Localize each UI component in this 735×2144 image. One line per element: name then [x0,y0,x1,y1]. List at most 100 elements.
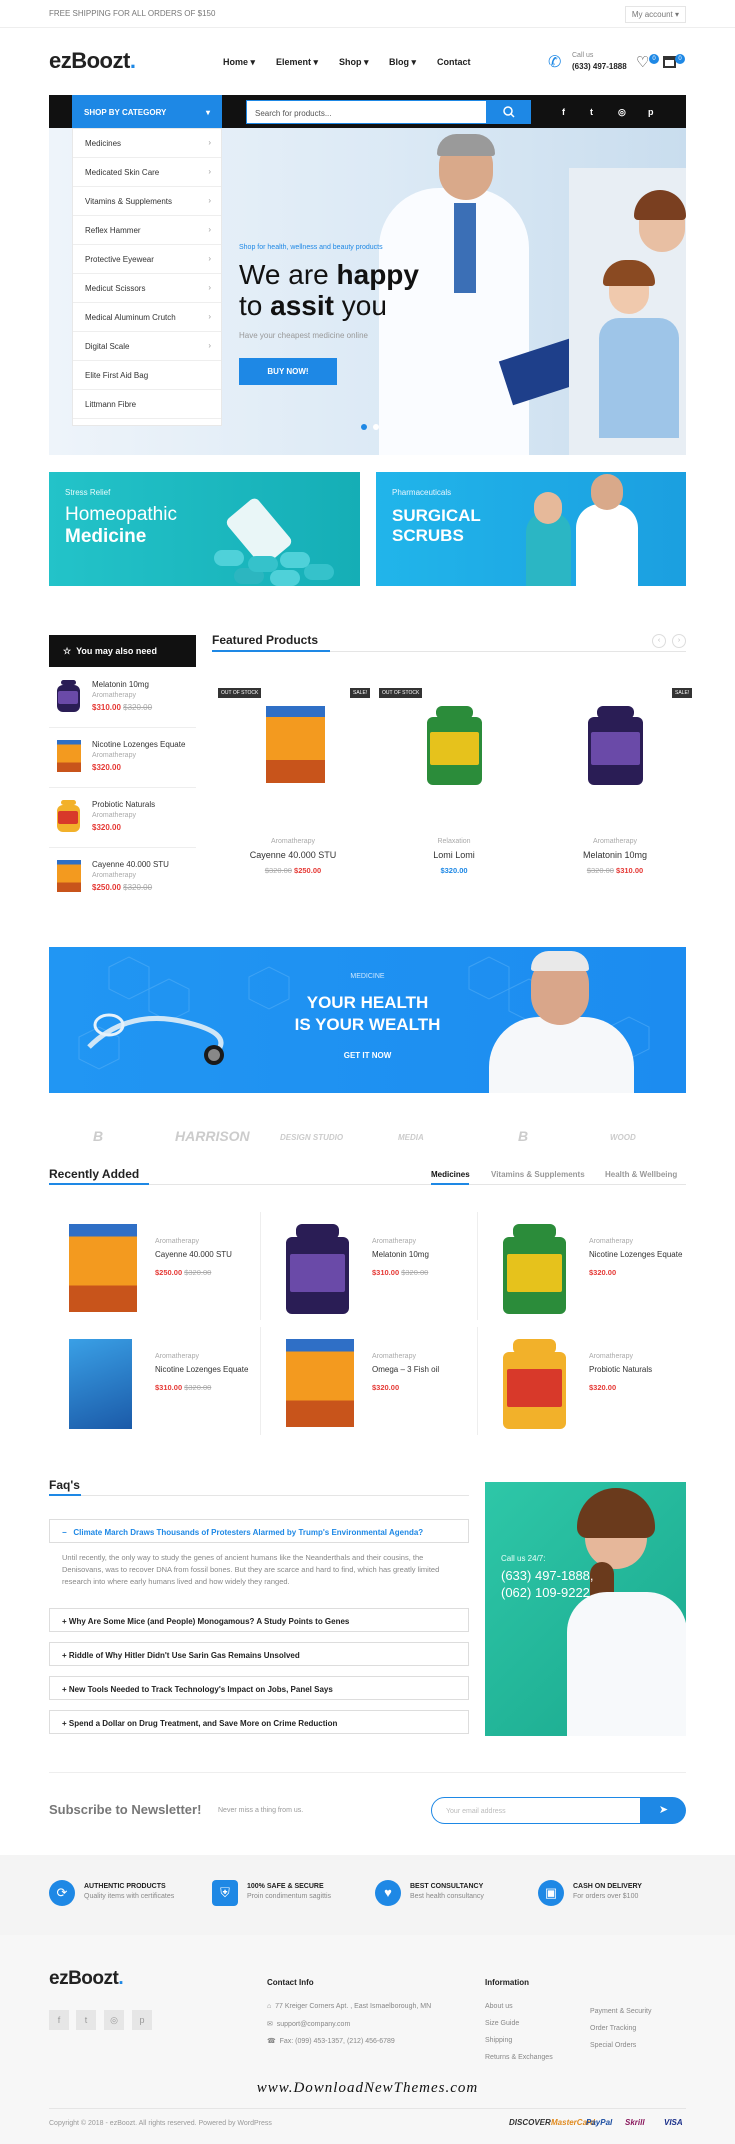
surgical-scrubs-banner[interactable]: Pharmaceuticals SURGICAL SCRUBS [376,472,686,586]
product-name[interactable]: Melatonin 10mg [540,850,690,860]
instagram-icon[interactable]: ◎ [618,107,626,118]
nav-blog[interactable]: Blog ▾ [389,57,416,68]
pinterest-icon[interactable]: p [648,107,654,117]
product-name[interactable]: Nicotine Lozenges Equate [92,740,185,749]
also-need-item[interactable]: Nicotine Lozenges Equate Aromatherapy $320… [49,732,196,788]
product-name[interactable]: Omega – 3 Fish oil [372,1365,439,1374]
product-name[interactable]: Nicotine Lozenges Equate [155,1365,248,1374]
wishlist-icon[interactable]: ♡ [636,53,649,71]
recent-product-card[interactable]: Aromatherapy Nicotine Lozenges Equate $310… [55,1327,261,1435]
footer-link[interactable]: Special Orders [590,2042,636,2049]
footer-link[interactable]: Shipping [485,2037,512,2044]
also-need-item[interactable]: Cayenne 40.000 STU Aromatherapy $250.00 $3… [49,852,196,908]
product-name[interactable]: Probiotic Naturals [589,1365,652,1374]
buy-now-button[interactable]: BUY NOW! [239,358,337,385]
faq-question[interactable]: + Riddle of Why Hitler Didn't Use Sarin … [49,1642,469,1666]
product-price: $310.00 $320.00 [92,703,153,712]
slider-dot[interactable] [373,424,379,430]
footer-twitter-icon[interactable]: t [76,2010,96,2030]
category-label: Vitamins & Supplements [85,197,173,206]
newsletter-send-button[interactable]: ➤ [641,1797,686,1824]
footer-facebook-icon[interactable]: f [49,2010,69,2030]
featured-prev-button[interactable]: ‹ [652,634,666,648]
product-box-image [266,706,326,783]
footer-instagram-icon[interactable]: ◎ [104,2010,124,2030]
information-title: Information [485,1978,529,1987]
nav-element[interactable]: Element ▾ [276,57,318,68]
tab-medicines[interactable]: Medicines [431,1170,470,1179]
nav-home[interactable]: Home ▾ [223,57,255,68]
phone-icon: ✆ [548,54,562,71]
featured-product-card[interactable]: SALE! Aromatherapy Melatonin 10mg $320.00 $… [540,686,693,881]
tab-vitamins[interactable]: Vitamins & Supplements [491,1170,585,1179]
recent-product-card[interactable]: Aromatherapy Omega – 3 Fish oil $320.00 [272,1327,478,1435]
footer-pinterest-icon[interactable]: p [132,2010,152,2030]
health-banner[interactable]: MEDICINE YOUR HEALTH IS YOUR WEALTH GET … [49,947,686,1093]
copyright: Copyright © 2018 - ezBoozt. All rights r… [49,2120,272,2127]
product-price: $310.00 $320.00 [372,1268,429,1277]
product-price: $320.00 [589,1383,617,1392]
site-logo[interactable]: ezBoozt. [49,48,136,74]
footer-link[interactable]: Returns & Exchanges [485,2054,553,2061]
featured-next-button[interactable]: › [672,634,686,648]
brand-logo[interactable]: WOOD [610,1133,636,1142]
footer-link[interactable]: Size Guide [485,2020,519,2027]
footer-link[interactable]: About us [485,2003,513,2010]
slider-dot-active[interactable] [361,424,367,430]
twitter-icon[interactable]: t [590,107,593,117]
product-name[interactable]: Probiotic Naturals [92,800,155,809]
category-item[interactable]: Medicines › [73,129,221,158]
send-icon: ➤ [658,1804,669,1816]
faq-question[interactable]: + New Tools Needed to Track Technology's… [49,1676,469,1700]
also-need-item[interactable]: Probiotic Naturals Aromatherapy $320.00 [49,792,196,848]
product-name[interactable]: Cayenne 40.000 STU [92,860,169,869]
nav-shop[interactable]: Shop ▾ [339,57,369,68]
search-input[interactable]: Search for products... [246,100,487,124]
nav-contact[interactable]: Contact [437,57,471,67]
product-name[interactable]: Cayenne 40.000 STU [155,1250,232,1259]
recent-product-card[interactable]: Aromatherapy Nicotine Lozenges Equate $320… [489,1212,694,1320]
shop-by-category-button[interactable]: SHOP BY CATEGORY ▾ [72,95,222,128]
tab-health[interactable]: Health & Wellbeing [605,1170,677,1179]
category-item[interactable]: Elite First Aid Bag [73,361,221,390]
recent-product-card[interactable]: Aromatherapy Melatonin 10mg $310.00 $320.0… [272,1212,478,1320]
footer-link[interactable]: Payment & Security [590,2008,651,2015]
product-name[interactable]: Melatonin 10mg [372,1250,429,1259]
brand-logo[interactable]: B [518,1128,528,1144]
recent-product-card[interactable]: Aromatherapy Probiotic Naturals $320.00 [489,1327,694,1435]
category-item[interactable]: Reflex Hammer › [73,216,221,245]
homeopathic-banner[interactable]: Stress Relief Homeopathic Medicine [49,472,360,586]
doctor-banner-image [489,1017,634,1093]
product-name[interactable]: Melatonin 10mg [92,680,149,689]
category-item[interactable]: Medicut Scissors › [73,274,221,303]
watermark: www.DownloadNewThemes.com [256,2080,479,2096]
footer-logo[interactable]: ezBoozt. [49,1968,124,1990]
facebook-icon[interactable]: f [562,107,565,117]
featured-product-card[interactable]: OUT OF STOCK Relaxation Lomi Lomi $320.00 [379,686,529,881]
category-item[interactable]: Digital Scale › [73,332,221,361]
brand-logo[interactable]: HARRISON [175,1128,250,1144]
category-item[interactable]: Protective Eyewear › [73,245,221,274]
faq-open-question[interactable]: − Climate March Draws Thousands of Prote… [49,1519,469,1543]
faq-question[interactable]: + Spend a Dollar on Drug Treatment, and … [49,1710,469,1734]
product-name[interactable]: Lomi Lomi [379,850,529,860]
my-account-dropdown[interactable]: My account ▾ [624,6,686,23]
faq-question[interactable]: + Why Are Some Mice (and People) Monogam… [49,1608,469,1632]
search-button[interactable] [487,100,531,124]
category-item[interactable]: Vitamins & Supplements › [73,187,221,216]
also-need-item[interactable]: Melatonin 10mg Aromatherapy $310.00 $320.0… [49,672,196,728]
newsletter-email-input[interactable]: Your email address [431,1797,641,1824]
category-item[interactable]: Littmann Fibre [73,390,221,419]
recent-product-card[interactable]: Aromatherapy Cayenne 40.000 STU $250.00 $3… [55,1212,261,1320]
featured-product-card[interactable]: OUT OF STOCK SALE! Aromatherapy Cayenne 40.… [218,686,371,881]
footer-email[interactable]: ✉ support@company.com [267,2020,350,2028]
category-item[interactable]: Medicated Skin Care › [73,158,221,187]
banner-2-title-2: SCRUBS [392,526,464,545]
product-name[interactable]: Nicotine Lozenges Equate [589,1250,682,1259]
category-item[interactable]: Medical Aluminum Crutch › [73,303,221,332]
brand-logo[interactable]: MEDIA [398,1133,424,1142]
brand-logo[interactable]: B [93,1128,103,1144]
product-name[interactable]: Cayenne 40.000 STU [218,850,368,860]
footer-link[interactable]: Order Tracking [590,2025,636,2032]
brand-logo[interactable]: DESIGN STUDIO [280,1133,343,1142]
